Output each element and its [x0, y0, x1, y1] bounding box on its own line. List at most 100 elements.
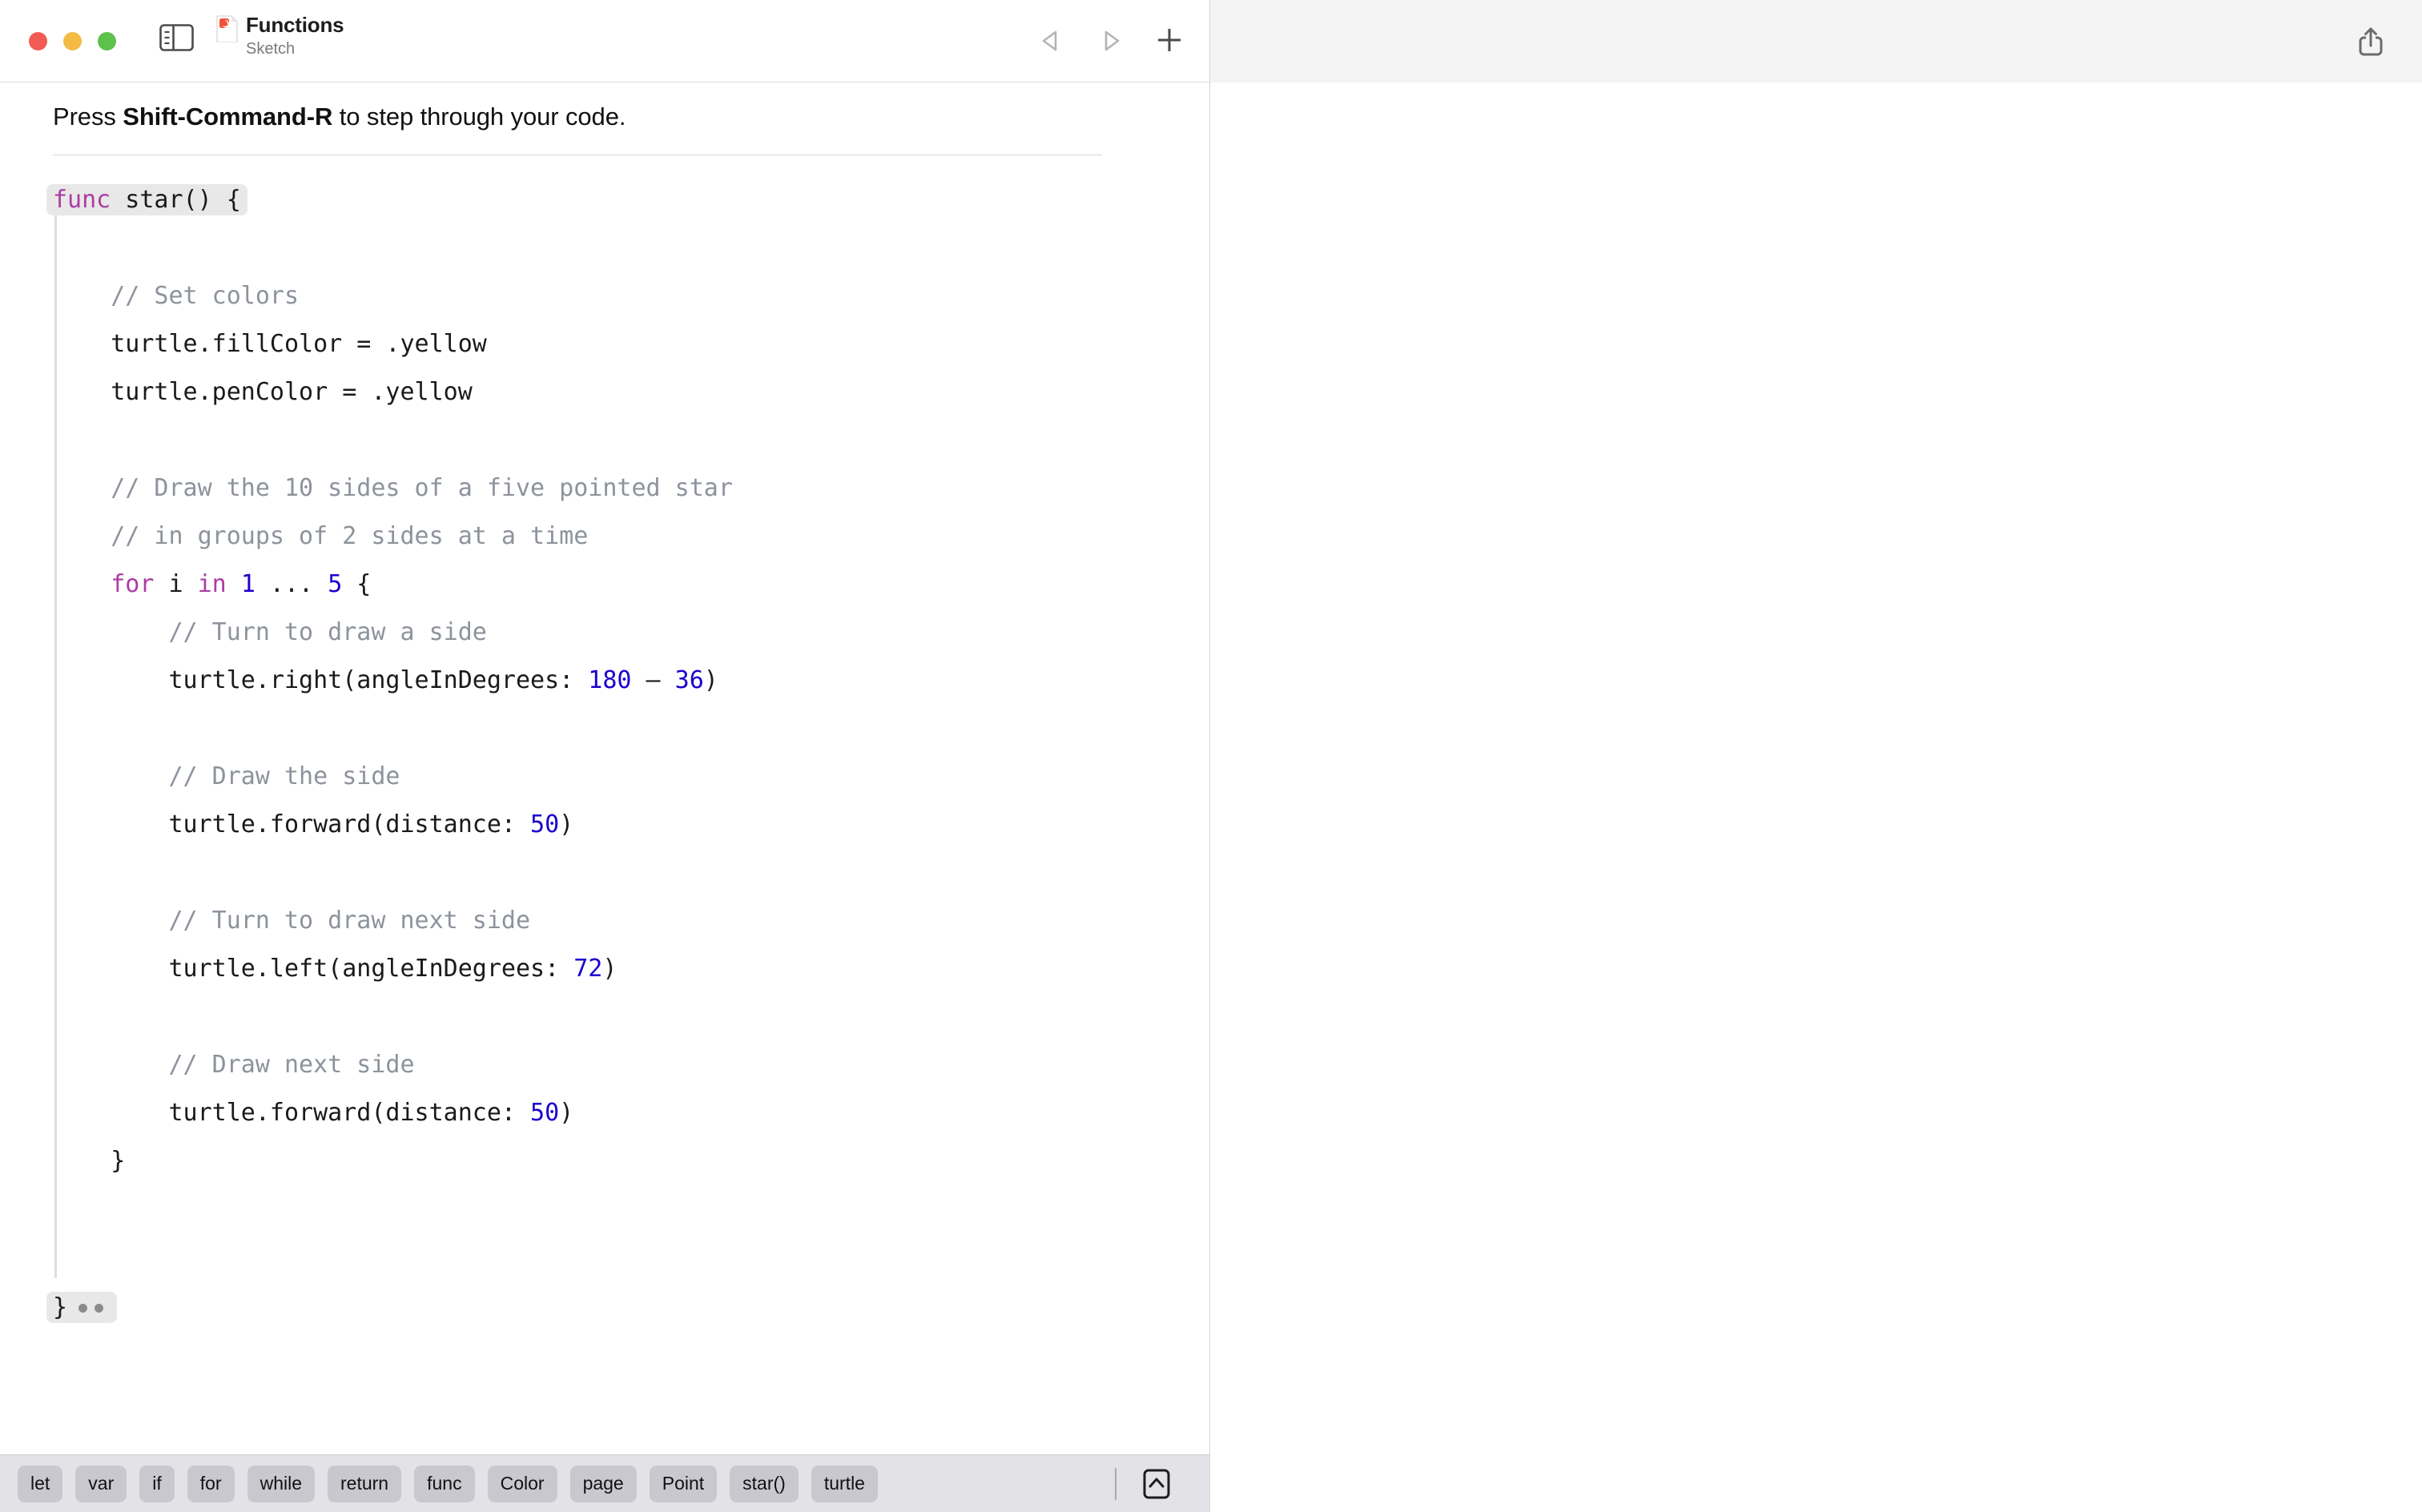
code-token-cmt: // Set colors	[111, 282, 299, 310]
code-line: turtle.forward(distance: 50)	[53, 801, 1209, 849]
live-view-toolbar	[1210, 0, 2422, 82]
code-token-kw: func	[53, 186, 111, 214]
triangle-right-icon[interactable]	[1096, 26, 1126, 56]
code-token-num: 5	[328, 570, 342, 598]
instruction-shortcut: Shift-Command-R	[123, 103, 332, 131]
code-indent	[53, 666, 169, 694]
shortcut-pill-var[interactable]: var	[75, 1466, 127, 1502]
code-tokens: for i in 1 ... 5 {	[111, 570, 371, 598]
editor-pane: Functions Sketch	[0, 0, 1209, 1512]
shortcut-pill-turtle[interactable]: turtle	[811, 1466, 878, 1502]
shortcut-pill-func[interactable]: func	[414, 1466, 474, 1502]
code-tokens: turtle.right(angleInDegrees: 180 – 36)	[169, 666, 718, 694]
code-indent	[53, 907, 169, 935]
shortcut-pill-point[interactable]: Point	[650, 1466, 717, 1502]
instruction-prefix: Press	[53, 103, 123, 131]
code-token-plain: }	[53, 1293, 67, 1321]
collapsed-content-dots[interactable]	[78, 1281, 111, 1329]
code-indent	[53, 522, 111, 550]
code-tokens: turtle.fillColor = .yellow	[111, 330, 487, 358]
code-indent	[53, 1099, 169, 1127]
code-indent	[53, 378, 111, 406]
code-tokens: turtle.penColor = .yellow	[111, 378, 473, 406]
code-indent	[53, 330, 111, 358]
plus-icon[interactable]	[1153, 24, 1185, 56]
code-token-plain: )	[559, 810, 573, 838]
zoom-button[interactable]	[98, 32, 116, 50]
code-tokens: turtle.forward(distance: 50)	[169, 1099, 574, 1127]
keyboard-dismiss-icon[interactable]	[1139, 1466, 1174, 1502]
code-token-plain: turtle.left(angleInDegrees:	[169, 955, 574, 983]
code-token-plain	[227, 570, 241, 598]
minimize-button[interactable]	[63, 32, 82, 50]
code-indent	[53, 955, 169, 983]
shortcut-pill-color[interactable]: Color	[488, 1466, 557, 1502]
code-line: turtle.forward(distance: 50)	[53, 1089, 1209, 1137]
code-token-num: 180	[588, 666, 631, 694]
code-token-num: 36	[675, 666, 704, 694]
code-token-cmt: // Turn to draw a side	[169, 618, 487, 646]
shortcut-pill-while[interactable]: while	[247, 1466, 315, 1502]
title-bar: Functions Sketch	[0, 0, 1209, 82]
swift-file-icon	[216, 15, 238, 42]
close-button[interactable]	[29, 32, 47, 50]
code-token-plain: )	[602, 955, 617, 983]
shortcut-pill-for[interactable]: for	[187, 1466, 235, 1502]
code-token-plain: {	[342, 570, 371, 598]
code-line	[53, 416, 1209, 464]
share-icon[interactable]	[2353, 24, 2388, 59]
code-tokens: }	[111, 1147, 125, 1175]
code-line	[53, 705, 1209, 753]
code-token-plain: ...	[255, 570, 328, 598]
code-line: // Set colors	[53, 272, 1209, 320]
shortcut-pill-star[interactable]: star()	[730, 1466, 799, 1502]
shortcut-pill-if[interactable]: if	[139, 1466, 175, 1502]
code-line: turtle.left(angleInDegrees: 72)	[53, 945, 1209, 993]
code-indent	[53, 762, 169, 790]
code-indent	[53, 1147, 111, 1175]
code-indent	[53, 1051, 169, 1079]
shortcut-bar: letvariffor while return func Color page Point…	[0, 1454, 1209, 1512]
code-token-plain: }	[111, 1147, 125, 1175]
code-indent	[53, 474, 111, 502]
code-line	[53, 1233, 1209, 1281]
code-token-plain: )	[704, 666, 718, 694]
code-line	[53, 849, 1209, 897]
code-line: for i in 1 ... 5 {	[53, 561, 1209, 609]
page-subtitle: Sketch	[246, 38, 344, 59]
code-tokens: // in groups of 2 sides at a time	[111, 522, 588, 550]
code-indent	[53, 618, 169, 646]
function-header-chip[interactable]: func star() {	[46, 184, 247, 215]
code-token-cmt: // in groups of 2 sides at a time	[111, 522, 588, 550]
live-view-canvas[interactable]	[1210, 82, 2422, 1512]
code-token-plain: –	[631, 666, 674, 694]
shortcut-divider	[1115, 1468, 1116, 1500]
function-footer-chip[interactable]: }	[46, 1292, 117, 1323]
code-indent	[53, 570, 111, 598]
traffic-lights	[29, 32, 116, 50]
code-line: // Turn to draw a side	[53, 609, 1209, 657]
code-tokens: // Turn to draw next side	[169, 907, 531, 935]
code-tokens: turtle.forward(distance: 50)	[169, 810, 574, 838]
document-title-group: Functions Sketch	[246, 13, 344, 59]
code-token-num: 50	[530, 1099, 559, 1127]
code-line	[53, 1185, 1209, 1233]
code-token-cmt: // Draw next side	[169, 1051, 415, 1079]
code-token-cmt: // Turn to draw next side	[169, 907, 531, 935]
code-line: // Draw the 10 sides of a five pointed s…	[53, 464, 1209, 513]
shortcut-pill-page[interactable]: page	[570, 1466, 637, 1502]
code-lines: func star() { // Set colors turtle.fillC…	[53, 176, 1209, 1329]
triangle-left-icon[interactable]	[1036, 26, 1066, 56]
code-token-num: 72	[573, 955, 602, 983]
shortcut-pill-let[interactable]: let	[18, 1466, 62, 1502]
code-editor[interactable]: func star() { // Set colors turtle.fillC…	[0, 155, 1209, 1454]
code-token-plain: turtle.right(angleInDegrees:	[169, 666, 589, 694]
code-token-plain: turtle.forward(distance:	[169, 1099, 531, 1127]
code-line: }	[53, 1137, 1209, 1185]
shortcut-pill-return[interactable]: return	[328, 1466, 401, 1502]
code-line	[53, 224, 1209, 272]
sidebar-toggle-icon[interactable]	[159, 22, 195, 53]
code-tokens: turtle.left(angleInDegrees: 72)	[169, 955, 618, 983]
code-tokens: // Draw next side	[169, 1051, 415, 1079]
code-line: turtle.right(angleInDegrees: 180 – 36)	[53, 657, 1209, 705]
